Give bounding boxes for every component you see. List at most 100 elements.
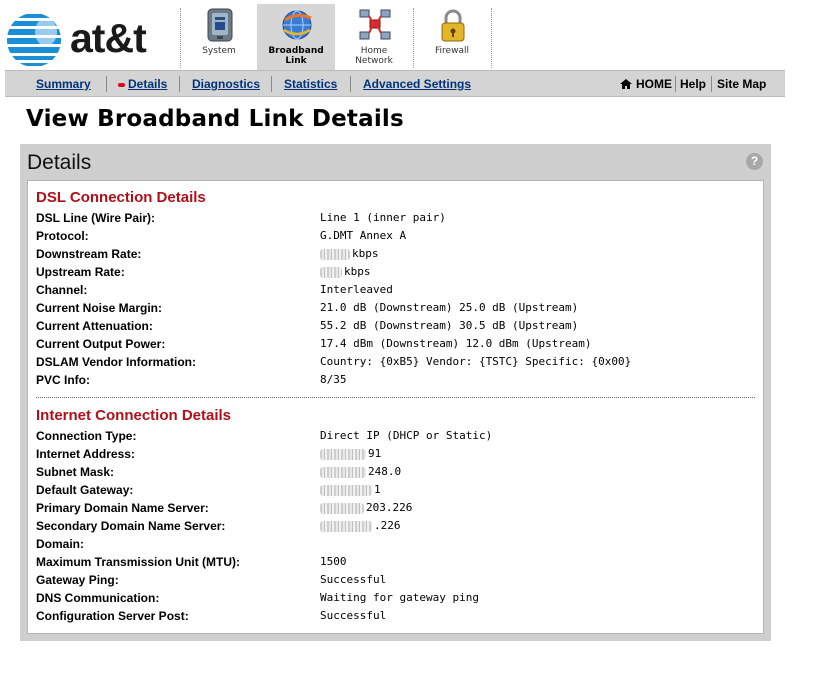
redacted-value xyxy=(320,484,372,496)
header: at&t System Broadband Link Home Network … xyxy=(0,0,815,70)
row-label: Secondary Domain Name Server: xyxy=(36,519,226,533)
active-indicator-icon xyxy=(118,83,125,87)
dsl-row-line: DSL Line (Wire Pair): Line 1 (inner pair… xyxy=(36,209,756,227)
internet-details-list: Connection Type: Direct IP (DHCP or Stat… xyxy=(36,427,756,625)
tab-firewall-label: Firewall xyxy=(413,46,491,56)
row-label: Primary Domain Name Server: xyxy=(36,501,209,515)
broadband-globe-icon xyxy=(282,10,312,40)
subnav-statistics[interactable]: Statistics xyxy=(284,77,337,91)
dsl-row-upstream-rate: Upstream Rate: kbps xyxy=(36,263,756,281)
tab-broadband-link[interactable]: Broadband Link xyxy=(257,4,335,70)
home-link[interactable]: HOME xyxy=(636,77,672,91)
row-value: Interleaved xyxy=(320,283,393,296)
att-globe-icon xyxy=(7,13,61,67)
tab-separator xyxy=(491,8,492,68)
row-label: Current Attenuation: xyxy=(36,319,153,333)
dsl-row-channel: Channel: Interleaved xyxy=(36,281,756,299)
redacted-value xyxy=(320,520,372,532)
tab-firewall[interactable]: Firewall xyxy=(413,4,491,70)
row-label: Maximum Transmission Unit (MTU): xyxy=(36,555,241,569)
row-label: Current Noise Margin: xyxy=(36,301,163,315)
page-title: View Broadband Link Details xyxy=(26,106,404,132)
dsl-row-output-power: Current Output Power: 17.4 dBm (Downstre… xyxy=(36,335,756,353)
row-value: G.DMT Annex A xyxy=(320,229,407,242)
row-label: Channel: xyxy=(36,283,88,297)
row-value-text: 203.226 xyxy=(366,501,413,514)
redacted-value xyxy=(320,248,350,260)
internet-row-mtu: Maximum Transmission Unit (MTU): 1500 xyxy=(36,553,756,571)
redacted-value xyxy=(320,266,342,278)
row-value: Waiting for gateway ping xyxy=(320,591,479,604)
row-value: 248.0 xyxy=(320,465,401,478)
internet-row-domain: Domain: xyxy=(36,535,756,553)
row-label: DNS Communication: xyxy=(36,591,160,605)
help-icon[interactable]: ? xyxy=(746,153,763,170)
internet-row-subnet-mask: Subnet Mask: 248.0 xyxy=(36,463,756,481)
row-label: DSL Line (Wire Pair): xyxy=(36,211,156,225)
tab-home-network[interactable]: Home Network xyxy=(335,4,413,70)
home-icon xyxy=(620,79,632,89)
internet-section-title: Internet Connection Details xyxy=(36,407,232,424)
internet-row-ip-address: Internet Address: 91 xyxy=(36,445,756,463)
redacted-value xyxy=(320,466,366,478)
home-network-icon xyxy=(359,9,391,40)
row-value: .226 xyxy=(320,519,401,532)
row-value: Direct IP (DHCP or Static) xyxy=(320,429,493,442)
row-label: Domain: xyxy=(36,537,84,551)
row-value: 17.4 dBm (Downstream) 12.0 dBm (Upstream… xyxy=(320,337,592,350)
row-value: 91 xyxy=(320,447,381,460)
row-value: 55.2 dB (Downstream) 30.5 dB (Upstream) xyxy=(320,319,579,332)
row-value: kbps xyxy=(320,247,379,260)
subnav-details[interactable]: Details xyxy=(128,77,167,91)
row-value: 203.226 xyxy=(320,501,412,514)
tab-label-line2: Link xyxy=(285,56,307,66)
dsl-row-protocol: Protocol: G.DMT Annex A xyxy=(36,227,756,245)
panel-title: Details xyxy=(27,151,92,174)
tab-label-line1: Home xyxy=(360,46,388,56)
tab-label-line1: Firewall xyxy=(435,46,469,56)
row-label: Downstream Rate: xyxy=(36,247,142,261)
row-label: Connection Type: xyxy=(36,429,137,443)
details-panel: Details ? DSL Connection Details DSL Lin… xyxy=(20,144,771,641)
help-link[interactable]: Help xyxy=(680,77,706,91)
row-value: Country: {0xB5} Vendor: {TSTC} Specific:… xyxy=(320,355,632,368)
dsl-row-dslam-vendor: DSLAM Vendor Information: Country: {0xB5… xyxy=(36,353,756,371)
internet-row-connection-type: Connection Type: Direct IP (DHCP or Stat… xyxy=(36,427,756,445)
tab-system-label: System xyxy=(180,46,258,56)
row-label: DSLAM Vendor Information: xyxy=(36,355,196,369)
row-label: Current Output Power: xyxy=(36,337,166,351)
padlock-icon xyxy=(441,9,465,42)
system-icon xyxy=(207,8,233,42)
row-value-text: 248.0 xyxy=(368,465,402,478)
internet-row-dns-communication: DNS Communication: Waiting for gateway p… xyxy=(36,589,756,607)
subnav-diagnostics[interactable]: Diagnostics xyxy=(192,77,260,91)
row-value: Line 1 (inner pair) xyxy=(320,211,446,224)
details-content: DSL Connection Details DSL Line (Wire Pa… xyxy=(27,180,764,634)
tab-system[interactable]: System xyxy=(180,4,258,70)
att-logo[interactable]: at&t xyxy=(4,8,174,68)
row-value-text: kbps xyxy=(344,265,371,278)
row-value: 21.0 dB (Downstream) 25.0 dB (Upstream) xyxy=(320,301,579,314)
row-label: Subnet Mask: xyxy=(36,465,115,479)
subnav-separator xyxy=(675,76,676,92)
subnav-summary[interactable]: Summary xyxy=(36,77,91,91)
row-value-text: .226 xyxy=(374,519,401,532)
row-label: Protocol: xyxy=(36,229,89,243)
redacted-value xyxy=(320,448,366,460)
dsl-row-pvc-info: PVC Info: 8/35 xyxy=(36,371,756,389)
tab-label-line2: Network xyxy=(355,56,393,66)
row-value: 8/35 xyxy=(320,373,347,386)
row-label: Internet Address: xyxy=(36,447,135,461)
redacted-value xyxy=(320,502,364,514)
subnav-advanced-settings[interactable]: Advanced Settings xyxy=(363,77,471,91)
site-map-link[interactable]: Site Map xyxy=(717,77,766,91)
row-value: 1500 xyxy=(320,555,347,568)
internet-row-default-gateway: Default Gateway: 1 xyxy=(36,481,756,499)
internet-row-config-server-post: Configuration Server Post: Successful xyxy=(36,607,756,625)
row-label: Default Gateway: xyxy=(36,483,134,497)
subnav-separator xyxy=(350,76,351,92)
subnav-separator xyxy=(179,76,180,92)
row-label: PVC Info: xyxy=(36,373,90,387)
internet-row-secondary-dns: Secondary Domain Name Server: .226 xyxy=(36,517,756,535)
dsl-row-noise-margin: Current Noise Margin: 21.0 dB (Downstrea… xyxy=(36,299,756,317)
